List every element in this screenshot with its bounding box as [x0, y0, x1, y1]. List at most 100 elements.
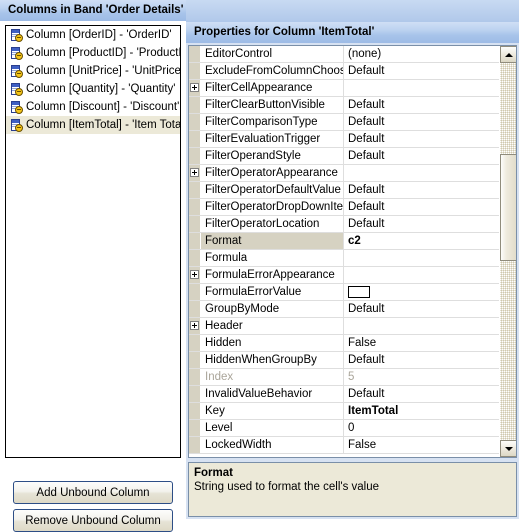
row-gutter — [189, 216, 201, 232]
property-row[interactable]: FilterOperatorDropDownItems Default — [189, 199, 499, 216]
property-value[interactable]: Default — [344, 216, 499, 232]
row-gutter — [189, 233, 201, 249]
property-value[interactable]: False — [344, 335, 499, 351]
tree-item[interactable]: Column [UnitPrice] - 'UnitPrice' — [6, 62, 180, 80]
row-gutter — [189, 46, 201, 62]
tree-item[interactable]: Column [ProductID] - 'ProductID' — [6, 44, 180, 62]
property-name: GroupByMode — [201, 301, 344, 317]
property-value[interactable]: Default — [344, 182, 499, 198]
property-row[interactable]: FilterComparisonType Default — [189, 114, 499, 131]
property-value[interactable]: Default — [344, 386, 499, 402]
columns-pane: Columns in Band 'Order Details' Column [… — [0, 0, 186, 532]
row-gutter — [189, 114, 201, 130]
property-row[interactable]: Header — [189, 318, 499, 335]
plus-box-icon[interactable] — [190, 168, 199, 177]
property-name: Level — [201, 420, 344, 436]
property-row[interactable]: FilterEvaluationTrigger Default — [189, 131, 499, 148]
property-row[interactable]: InvalidValueBehavior Default — [189, 386, 499, 403]
property-value[interactable] — [344, 284, 499, 300]
property-value[interactable] — [344, 80, 499, 96]
property-name: EditorControl — [201, 46, 344, 62]
property-value[interactable] — [344, 267, 499, 283]
add-unbound-column-button[interactable]: Add Unbound Column — [13, 481, 173, 504]
expand-toggle[interactable] — [189, 267, 201, 283]
tree-item[interactable]: Column [ItemTotal] - 'Item Total' — [6, 116, 180, 134]
expand-toggle[interactable] — [189, 318, 201, 334]
property-value[interactable] — [344, 250, 499, 266]
property-value[interactable]: Default — [344, 114, 499, 130]
expand-toggle[interactable] — [189, 80, 201, 96]
property-row[interactable]: FilterOperatorDefaultValue Default — [189, 182, 499, 199]
property-value[interactable]: Default — [344, 352, 499, 368]
tree-item[interactable]: Column [Quantity] - 'Quantity' — [6, 80, 180, 98]
property-row[interactable]: EditorControl (none) — [189, 46, 499, 63]
property-value[interactable]: c2 — [344, 233, 499, 249]
column-icon — [9, 82, 23, 96]
property-row[interactable]: FilterClearButtonVisible Default — [189, 97, 499, 114]
scroll-down-button[interactable] — [500, 440, 516, 457]
property-row[interactable]: HiddenWhenGroupBy Default — [189, 352, 499, 369]
property-row[interactable]: Format c2 — [189, 233, 499, 250]
property-grid-scrollbar[interactable] — [499, 46, 516, 457]
property-grid[interactable]: EditorControl (none) ExcludeFromColumnChoo… — [188, 45, 517, 458]
property-row[interactable]: FilterCellAppearance — [189, 80, 499, 97]
property-row[interactable]: Index 5 — [189, 369, 499, 386]
row-gutter — [189, 182, 201, 198]
property-value[interactable]: Default — [344, 131, 499, 147]
property-description-text: String used to format the cell's value — [194, 481, 380, 493]
property-value[interactable]: Default — [344, 148, 499, 164]
scroll-up-arrow-icon — [505, 53, 513, 57]
property-row[interactable]: Formula — [189, 250, 499, 267]
row-gutter — [189, 199, 201, 215]
property-row[interactable]: FilterOperatorLocation Default — [189, 216, 499, 233]
column-icon — [9, 46, 23, 60]
property-value[interactable]: 0 — [344, 420, 499, 436]
property-value[interactable] — [344, 318, 499, 334]
plus-box-icon[interactable] — [190, 270, 199, 279]
remove-unbound-column-button[interactable]: Remove Unbound Column — [13, 509, 173, 532]
columns-tree[interactable]: Column [OrderID] - 'OrderID' Column [Prod… — [5, 25, 181, 458]
tree-item[interactable]: Column [OrderID] - 'OrderID' — [6, 26, 180, 44]
property-value[interactable]: Default — [344, 199, 499, 215]
tree-item-label: Column [ProductID] - 'ProductID' — [26, 47, 181, 59]
property-row[interactable]: Hidden False — [189, 335, 499, 352]
property-row[interactable]: FormulaErrorAppearance — [189, 267, 499, 284]
property-value[interactable]: (none) — [344, 46, 499, 62]
property-row[interactable]: ExcludeFromColumnChooser Default — [189, 63, 499, 80]
row-gutter — [189, 403, 201, 419]
plus-box-icon[interactable] — [190, 321, 199, 330]
property-value[interactable] — [344, 165, 499, 181]
property-value[interactable]: Default — [344, 63, 499, 79]
property-row[interactable]: GroupByMode Default — [189, 301, 499, 318]
row-gutter — [189, 131, 201, 147]
property-value[interactable]: 5 — [344, 369, 499, 385]
property-name: Index — [201, 369, 344, 385]
property-name: FilterClearButtonVisible — [201, 97, 344, 113]
property-name: FilterEvaluationTrigger — [201, 131, 344, 147]
scrollbar-thumb[interactable] — [500, 154, 516, 261]
property-description-pane: Format String used to format the cell's … — [188, 462, 517, 517]
tree-item[interactable]: Column [Discount] - 'Discount' — [6, 98, 180, 116]
properties-pane: Properties for Column 'ItemTotal' Editor… — [186, 0, 519, 519]
plus-box-icon[interactable] — [190, 83, 199, 92]
property-row[interactable]: LockedWidth False — [189, 437, 499, 454]
expand-toggle[interactable] — [189, 165, 201, 181]
column-icon — [9, 118, 23, 132]
property-row[interactable]: FilterOperatorAppearance — [189, 165, 499, 182]
property-value[interactable]: Default — [344, 301, 499, 317]
property-value[interactable]: ItemTotal — [344, 403, 499, 419]
row-gutter — [189, 97, 201, 113]
scroll-up-button[interactable] — [500, 46, 516, 63]
empty-value-box[interactable] — [348, 286, 370, 299]
columns-pane-title: Columns in Band 'Order Details' — [0, 0, 186, 21]
property-row[interactable]: Level 0 — [189, 420, 499, 437]
property-name: FilterOperandStyle — [201, 148, 344, 164]
property-value[interactable]: Default — [344, 97, 499, 113]
row-gutter — [189, 352, 201, 368]
property-row[interactable]: FilterOperandStyle Default — [189, 148, 499, 165]
property-row[interactable]: FormulaErrorValue — [189, 284, 499, 301]
property-value[interactable]: False — [344, 437, 499, 453]
property-name: HiddenWhenGroupBy — [201, 352, 344, 368]
tree-item-label: Column [ItemTotal] - 'Item Total' — [26, 119, 181, 131]
property-row[interactable]: Key ItemTotal — [189, 403, 499, 420]
